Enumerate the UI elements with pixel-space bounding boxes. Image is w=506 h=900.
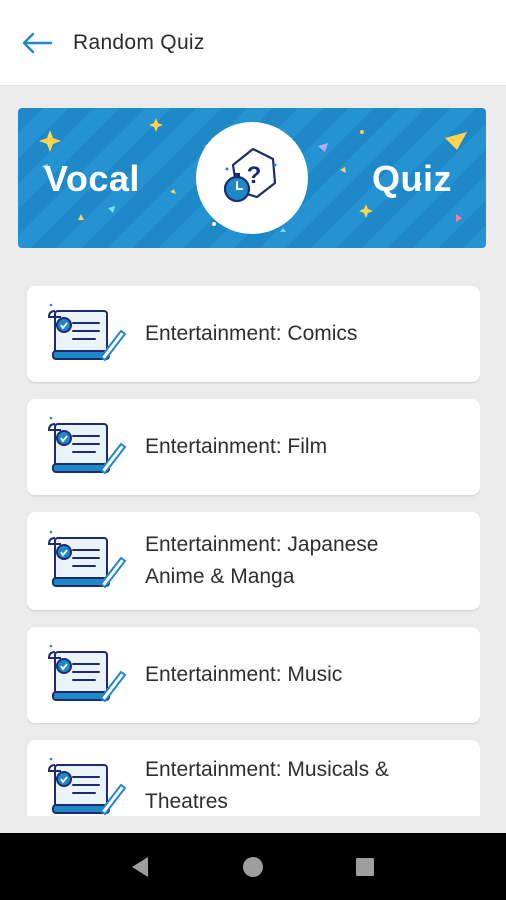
- arrow-left-icon: [22, 32, 53, 53]
- quiz-banner: Vocal ? Quiz: [18, 108, 486, 248]
- scroll-quill-icon: [47, 530, 127, 589]
- banner-right-word: Quiz: [372, 158, 452, 199]
- banner-logo: ?: [196, 122, 308, 234]
- square-recents-icon: [356, 857, 374, 876]
- banner-left-word: Vocal: [44, 158, 140, 199]
- category-label: Entertainment: Japanese Anime & Manga: [145, 533, 379, 588]
- circle-home-icon: [243, 856, 263, 877]
- category-card[interactable]: Entertainment: Music: [27, 627, 480, 723]
- app-bar: Random Quiz: [0, 0, 506, 86]
- category-label: Entertainment: Film: [145, 435, 328, 458]
- category-list[interactable]: Entertainment: Comics Entertainment: Fil…: [27, 286, 480, 816]
- category-label: Entertainment: Comics: [145, 322, 358, 345]
- triangle-back-icon: [132, 856, 148, 877]
- category-card[interactable]: Entertainment: Japanese Anime & Manga: [27, 512, 480, 610]
- back-button[interactable]: [17, 23, 57, 63]
- nav-back-button[interactable]: [121, 847, 161, 887]
- scroll-quill-icon: [47, 757, 127, 816]
- nav-home-button[interactable]: [233, 847, 273, 887]
- category-card[interactable]: Entertainment: Film: [27, 399, 480, 495]
- category-label: Entertainment: Musicals & Theatres: [145, 758, 389, 813]
- category-card[interactable]: Entertainment: Musicals & Theatres: [27, 740, 480, 816]
- scroll-quill-icon: [47, 303, 127, 362]
- page-title: Random Quiz: [73, 30, 205, 54]
- scroll-quill-icon: [47, 416, 127, 475]
- system-navigation-bar: [0, 833, 506, 900]
- nav-recents-button[interactable]: [345, 847, 385, 887]
- category-card[interactable]: Entertainment: Comics: [27, 286, 480, 382]
- scroll-quill-icon: [47, 644, 127, 703]
- stopwatch-question-icon: ?: [223, 147, 277, 203]
- category-label: Entertainment: Music: [145, 663, 343, 686]
